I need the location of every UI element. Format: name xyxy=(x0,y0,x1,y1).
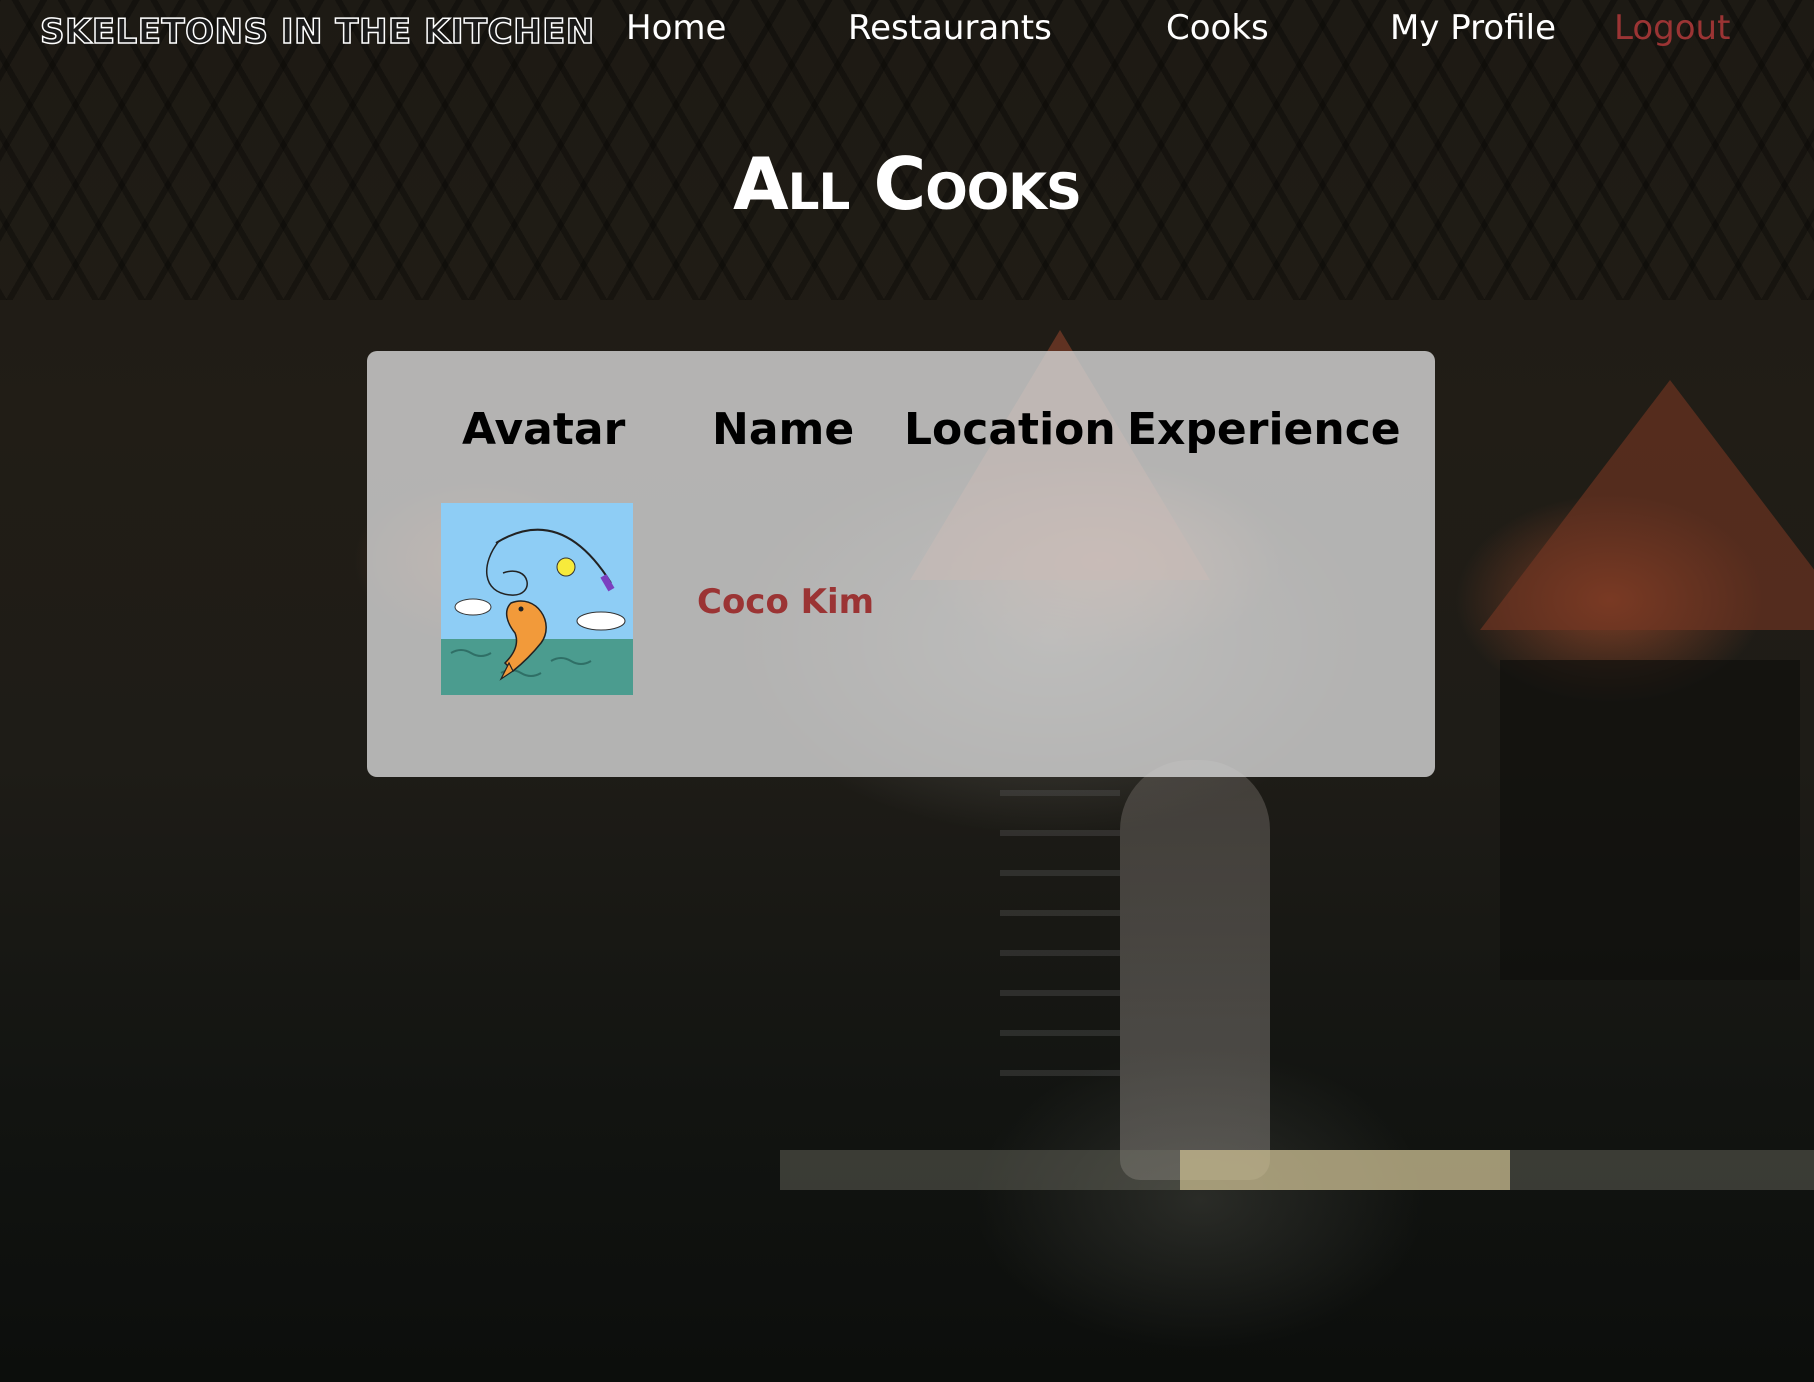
nav-link-logout[interactable]: Logout xyxy=(1614,8,1730,48)
cook-name-link[interactable]: Coco Kim xyxy=(697,582,874,622)
cook-avatar xyxy=(441,503,633,695)
fish-jumping-avatar-icon xyxy=(441,503,633,695)
background-fridge-decoration xyxy=(1500,660,1800,980)
nav-link-restaurants[interactable]: Restaurants xyxy=(848,8,1052,48)
page-background: Skeletons in the Kitchen Home Restaurant… xyxy=(0,0,1814,1382)
column-header-experience: Experience xyxy=(1127,404,1401,455)
shelf-decoration xyxy=(1000,790,1120,1110)
nav-link-cooks[interactable]: Cooks xyxy=(1166,8,1269,48)
column-header-location: Location xyxy=(904,404,1116,455)
column-header-name: Name xyxy=(712,404,855,455)
nav-link-home[interactable]: Home xyxy=(626,8,726,48)
nav-link-my-profile[interactable]: My Profile xyxy=(1390,8,1556,48)
column-header-avatar: Avatar xyxy=(462,404,626,455)
cook-figure-decoration xyxy=(1120,760,1270,1180)
pendant-lamp-decoration xyxy=(1480,380,1814,630)
cutting-board-decoration xyxy=(1180,1150,1510,1190)
site-logo[interactable]: Skeletons in the Kitchen xyxy=(39,11,595,53)
page-title: All Cooks xyxy=(732,142,1082,226)
counter-decoration xyxy=(780,1150,1814,1190)
top-navigation: Skeletons in the Kitchen Home Restaurant… xyxy=(0,0,1814,60)
